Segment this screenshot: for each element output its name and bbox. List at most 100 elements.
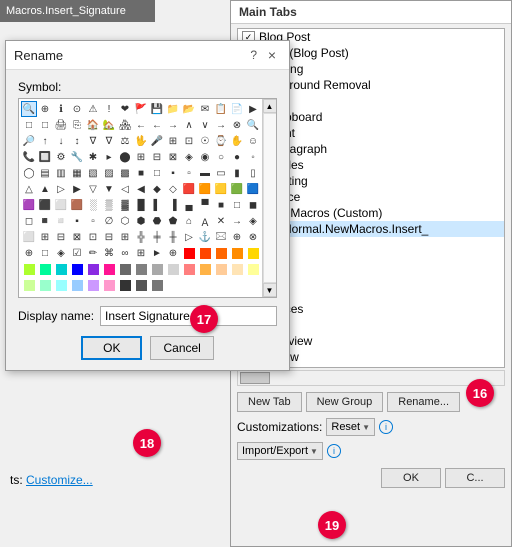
color-cell[interactable] <box>21 277 37 293</box>
symbol-cell-5[interactable]: ! <box>101 101 117 117</box>
symbol-cell-23[interactable]: ← <box>149 117 165 133</box>
symbol-cell-57[interactable]: ○ <box>213 149 229 165</box>
symbol-cell-109[interactable]: ▫ <box>85 213 101 229</box>
symbol-cell-69[interactable]: ▪ <box>165 165 181 181</box>
symbol-cell-40[interactable]: ⊡ <box>181 133 197 149</box>
symbol-cell-133[interactable]: ⊕ <box>229 229 245 245</box>
scroll-down-button[interactable]: ▼ <box>263 283 277 297</box>
symbol-cell-43[interactable]: ✋ <box>229 133 245 149</box>
symbol-cell-143[interactable]: ► <box>149 245 165 261</box>
horizontal-scrollbar[interactable] <box>237 370 505 386</box>
symbol-cell-124[interactable]: ⊡ <box>85 229 101 245</box>
symbol-cell-61[interactable]: ▤ <box>37 165 53 181</box>
symbol-cell-78[interactable]: ▶ <box>69 181 85 197</box>
symbol-cell-46[interactable]: 🔲 <box>37 149 53 165</box>
symbol-cell-54[interactable]: ⊠ <box>165 149 181 165</box>
symbol-cell-47[interactable]: ⚙ <box>53 149 69 165</box>
symbol-cell-90[interactable]: 🟪 <box>21 197 37 213</box>
color-cell[interactable] <box>213 245 229 261</box>
symbol-cell-74[interactable]: ▯ <box>245 165 261 181</box>
color-cell[interactable] <box>181 261 197 277</box>
symbol-cell-28[interactable]: ⊗ <box>229 117 245 133</box>
display-name-input[interactable] <box>100 306 277 326</box>
symbol-cell-125[interactable]: ⊟ <box>101 229 117 245</box>
symbol-cell-66[interactable]: ▩ <box>117 165 133 181</box>
symbol-cell-26[interactable]: ∨ <box>197 117 213 133</box>
symbol-cell-12[interactable]: 📋 <box>213 101 229 117</box>
symbol-cell-70[interactable]: ▫ <box>181 165 197 181</box>
symbol-cell-84[interactable]: ◇ <box>165 181 181 197</box>
symbol-cell-142[interactable]: ⊞ <box>133 245 149 261</box>
color-cell[interactable] <box>101 277 117 293</box>
symbol-cell-88[interactable]: 🟩 <box>229 181 245 197</box>
symbol-cell-14[interactable]: ▶ <box>245 101 261 117</box>
reset-dropdown[interactable]: Reset ▼ <box>326 418 375 436</box>
symbol-cell-33[interactable]: ↕ <box>69 133 85 149</box>
main-cancel-button[interactable]: C... <box>445 468 505 488</box>
symbol-cell-126[interactable]: ⊞ <box>117 229 133 245</box>
symbol-cell-53[interactable]: ⊟ <box>149 149 165 165</box>
symbol-cell-73[interactable]: ▮ <box>229 165 245 181</box>
symbol-cell-115[interactable]: ⌂ <box>181 213 197 229</box>
symbol-cell-80[interactable]: ▼ <box>101 181 117 197</box>
symbol-cell-139[interactable]: ✏ <box>85 245 101 261</box>
symbol-cell-132[interactable]: 🖂 <box>213 229 229 245</box>
color-cell[interactable] <box>181 245 197 261</box>
symbol-cell-39[interactable]: ⊞ <box>165 133 181 149</box>
symbol-cell-63[interactable]: ▦ <box>69 165 85 181</box>
symbol-cell-110[interactable]: ∅ <box>101 213 117 229</box>
color-cell[interactable] <box>229 245 245 261</box>
symbol-cell-112[interactable]: ⬢ <box>133 213 149 229</box>
symbol-cell-111[interactable]: ⬡ <box>117 213 133 229</box>
reset-info-icon[interactable]: i <box>379 420 393 434</box>
symbol-scrollbar[interactable]: ▲ ▼ <box>262 99 276 297</box>
symbol-cell-116[interactable]: Ａ <box>197 213 213 229</box>
symbol-cell-77[interactable]: ▷ <box>53 181 69 197</box>
symbol-cell-89[interactable]: 🟦 <box>245 181 261 197</box>
symbol-cell-105[interactable]: ◻ <box>21 213 37 229</box>
symbol-cell-119[interactable]: ◈ <box>245 213 261 229</box>
symbol-cell-99[interactable]: ▐ <box>165 197 181 213</box>
symbol-cell-32[interactable]: ↓ <box>53 133 69 149</box>
symbol-cell-103[interactable]: □ <box>229 197 245 213</box>
symbol-cell-71[interactable]: ▬ <box>197 165 213 181</box>
symbol-cell-45[interactable]: 📞 <box>21 149 37 165</box>
symbol-cell-129[interactable]: ╫ <box>165 229 181 245</box>
symbol-cell-101[interactable]: ▀ <box>197 197 213 213</box>
symbol-cell-72[interactable]: ▭ <box>213 165 229 181</box>
symbol-cell-76[interactable]: ▲ <box>37 181 53 197</box>
symbol-cell-15[interactable]: □ <box>21 117 37 133</box>
symbol-cell-1[interactable]: ⊕ <box>37 101 53 117</box>
symbol-cell-31[interactable]: ↑ <box>37 133 53 149</box>
symbol-cell-85[interactable]: 🟥 <box>181 181 197 197</box>
symbol-cell-130[interactable]: ▷ <box>181 229 197 245</box>
symbol-cell-9[interactable]: 📁 <box>165 101 181 117</box>
symbol-cell-104[interactable]: ◼ <box>245 197 261 213</box>
symbol-cell-117[interactable]: ✕ <box>213 213 229 229</box>
color-cell[interactable] <box>85 277 101 293</box>
symbol-cell-107[interactable]: ◽ <box>53 213 69 229</box>
symbol-cell-96[interactable]: ▓ <box>117 197 133 213</box>
symbol-cell-7[interactable]: 🚩 <box>133 101 149 117</box>
symbol-cell-91[interactable]: ⬛ <box>37 197 53 213</box>
symbol-cell-121[interactable]: ⊞ <box>37 229 53 245</box>
customize-link[interactable]: Customize... <box>26 473 93 487</box>
symbol-cell-17[interactable]: 🖨 <box>53 117 69 133</box>
symbol-cell-87[interactable]: 🟨 <box>213 181 229 197</box>
symbol-cell-65[interactable]: ▨ <box>101 165 117 181</box>
symbol-cell-49[interactable]: ✱ <box>85 149 101 165</box>
symbol-cell-24[interactable]: → <box>165 117 181 133</box>
symbol-cell-34[interactable]: ∇ <box>85 133 101 149</box>
color-cell[interactable] <box>69 261 85 277</box>
symbol-cell-18[interactable]: ⎘ <box>69 117 85 133</box>
import-export-dropdown[interactable]: Import/Export ▼ <box>237 442 323 460</box>
symbol-cell-16[interactable]: □ <box>37 117 53 133</box>
symbol-cell-58[interactable]: ● <box>229 149 245 165</box>
symbol-cell-41[interactable]: ☉ <box>197 133 213 149</box>
symbol-cell-108[interactable]: ▪ <box>69 213 85 229</box>
symbol-cell-83[interactable]: ◆ <box>149 181 165 197</box>
symbol-cell-62[interactable]: ▥ <box>53 165 69 181</box>
symbol-cell-55[interactable]: ◈ <box>181 149 197 165</box>
symbol-cell-50[interactable]: ▸ <box>101 149 117 165</box>
symbol-cell-86[interactable]: 🟧 <box>197 181 213 197</box>
